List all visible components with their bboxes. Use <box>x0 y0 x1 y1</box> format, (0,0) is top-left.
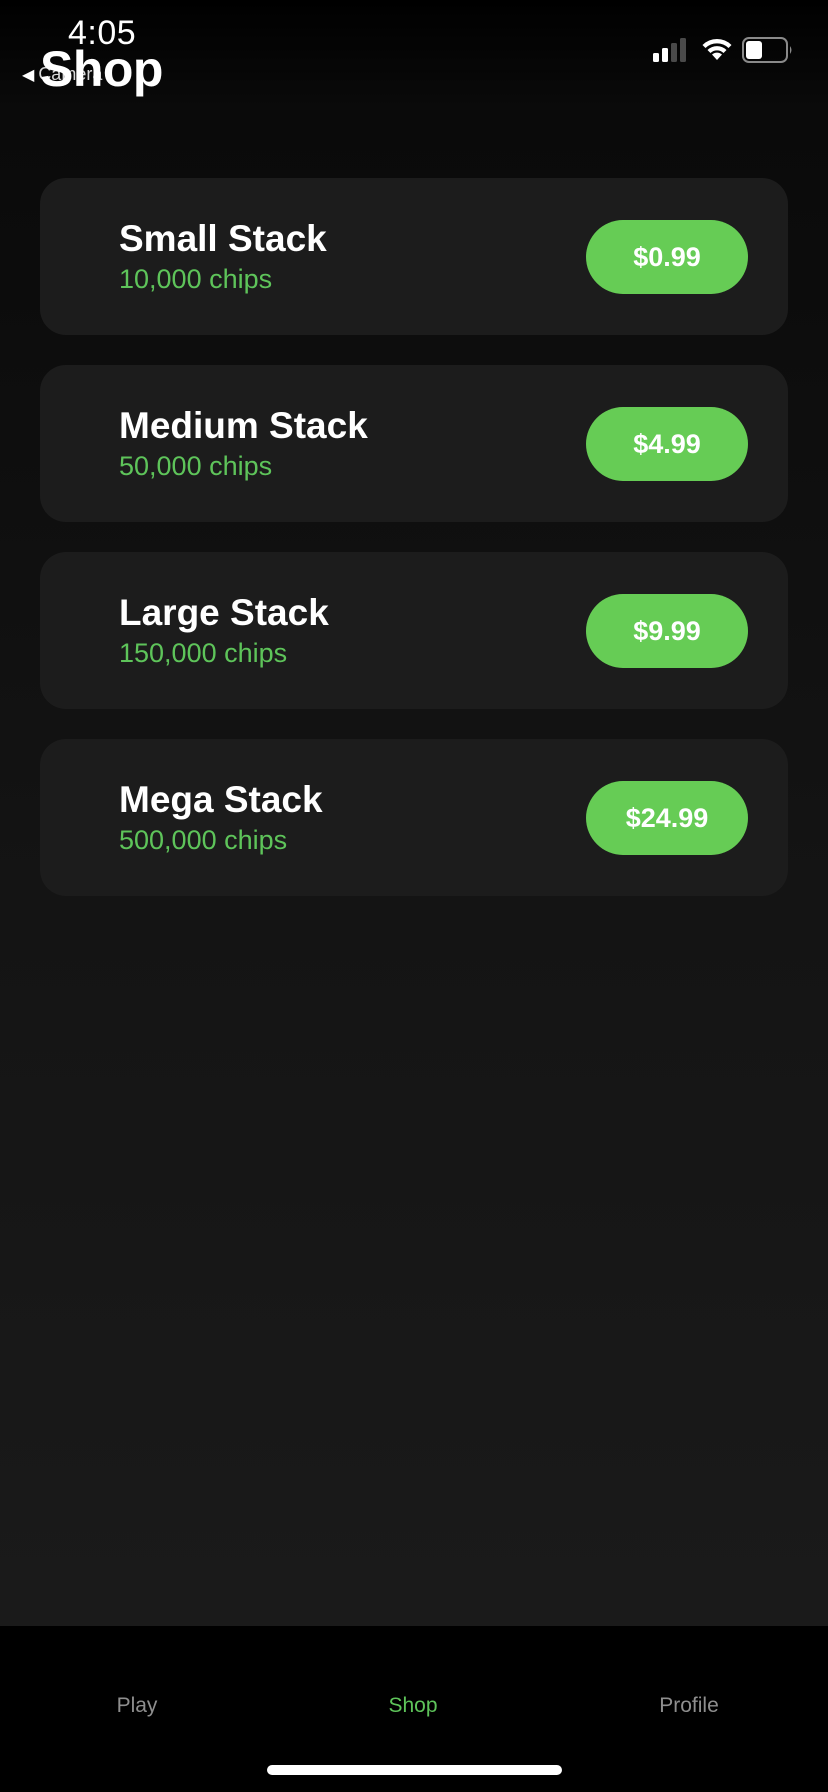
package-name: Medium Stack <box>119 405 368 446</box>
shop-screen: 4:05 ◀ Camera Shop Small Stack 10,000 ch… <box>0 0 828 1792</box>
wifi-icon <box>702 38 732 60</box>
package-card-mega: Mega Stack 500,000 chips $24.99 <box>40 739 788 896</box>
cellular-signal-icon <box>653 38 686 62</box>
home-indicator[interactable] <box>267 1765 562 1775</box>
package-name: Small Stack <box>119 218 327 259</box>
buy-small-stack-button[interactable]: $0.99 <box>586 220 748 294</box>
package-chips: 50,000 chips <box>119 451 273 481</box>
package-name: Mega Stack <box>119 779 323 820</box>
buy-medium-stack-button[interactable]: $4.99 <box>586 407 748 481</box>
tab-profile[interactable]: Profile <box>659 1694 719 1718</box>
package-chips: 500,000 chips <box>119 825 288 855</box>
package-card-large: Large Stack 150,000 chips $9.99 <box>40 552 788 709</box>
package-name: Large Stack <box>119 592 329 633</box>
tab-shop[interactable]: Shop <box>388 1694 437 1718</box>
battery-icon <box>742 37 792 63</box>
page-title: Shop <box>40 41 163 97</box>
buy-large-stack-button[interactable]: $9.99 <box>586 594 748 668</box>
package-chips: 150,000 chips <box>119 638 288 668</box>
back-triangle-icon: ◀ <box>22 66 35 84</box>
package-list: Small Stack 10,000 chips $0.99 Medium St… <box>40 178 788 926</box>
tab-play[interactable]: Play <box>117 1694 158 1718</box>
buy-mega-stack-button[interactable]: $24.99 <box>586 781 748 855</box>
package-card-small: Small Stack 10,000 chips $0.99 <box>40 178 788 335</box>
package-card-medium: Medium Stack 50,000 chips $4.99 <box>40 365 788 522</box>
package-chips: 10,000 chips <box>119 264 273 294</box>
